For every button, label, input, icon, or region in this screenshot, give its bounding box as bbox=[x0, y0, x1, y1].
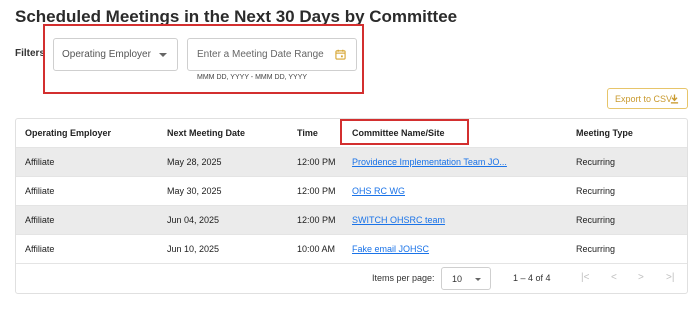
cell-operating-employer: Affiliate bbox=[25, 157, 55, 167]
cell-next-meeting-date: May 30, 2025 bbox=[167, 186, 222, 196]
committee-link[interactable]: SWITCH OHSRC team bbox=[352, 215, 445, 225]
export-csv-button[interactable]: Export to CSV bbox=[607, 88, 688, 109]
cell-time: 10:00 AM bbox=[297, 244, 336, 254]
cell-next-meeting-date: Jun 10, 2025 bbox=[167, 244, 220, 254]
first-page-icon[interactable]: |< bbox=[581, 272, 589, 283]
cell-time: 12:00 PM bbox=[297, 157, 336, 167]
table-row: Affiliate May 30, 2025 12:00 PM OHS RC W… bbox=[16, 177, 687, 206]
cell-meeting-type: Recurring bbox=[576, 186, 616, 196]
paginator: Items per page: 10 1 – 4 of 4 |< < > >| bbox=[16, 264, 687, 294]
committee-column-highlight-box bbox=[340, 119, 469, 145]
pagination-range: 1 – 4 of 4 bbox=[513, 273, 551, 283]
table-row: Affiliate Jun 10, 2025 10:00 AM Fake ema… bbox=[16, 235, 687, 264]
chevron-down-icon bbox=[475, 278, 481, 281]
last-page-icon[interactable]: >| bbox=[666, 272, 674, 283]
header-meeting-type[interactable]: Meeting Type bbox=[576, 128, 633, 138]
header-operating-employer[interactable]: Operating Employer bbox=[25, 128, 111, 138]
header-next-meeting-date[interactable]: Next Meeting Date bbox=[167, 128, 245, 138]
cell-operating-employer: Affiliate bbox=[25, 215, 55, 225]
previous-page-icon[interactable]: < bbox=[611, 272, 617, 283]
items-per-page-value: 10 bbox=[452, 274, 463, 284]
cell-operating-employer: Affiliate bbox=[25, 244, 55, 254]
export-csv-label: Export to CSV bbox=[615, 94, 673, 104]
cell-next-meeting-date: May 28, 2025 bbox=[167, 157, 222, 167]
committee-link[interactable]: OHS RC WG bbox=[352, 186, 405, 196]
committee-link[interactable]: Fake email JOHSC bbox=[352, 244, 429, 254]
filters-highlight-box bbox=[43, 24, 364, 94]
committee-link[interactable]: Providence Implementation Team JO... bbox=[352, 157, 507, 167]
cell-operating-employer: Affiliate bbox=[25, 186, 55, 196]
cell-time: 12:00 PM bbox=[297, 215, 336, 225]
items-per-page-label: Items per page: bbox=[372, 273, 435, 283]
filters-label: Filters bbox=[15, 48, 46, 59]
header-time[interactable]: Time bbox=[297, 128, 318, 138]
cell-meeting-type: Recurring bbox=[576, 244, 616, 254]
table-row: Affiliate May 28, 2025 12:00 PM Providen… bbox=[16, 148, 687, 177]
items-per-page-select[interactable]: 10 bbox=[441, 267, 491, 290]
download-icon bbox=[670, 94, 679, 104]
next-page-icon[interactable]: > bbox=[638, 272, 644, 283]
cell-meeting-type: Recurring bbox=[576, 157, 616, 167]
cell-meeting-type: Recurring bbox=[576, 215, 616, 225]
cell-next-meeting-date: Jun 04, 2025 bbox=[167, 215, 220, 225]
table-row: Affiliate Jun 04, 2025 12:00 PM SWITCH O… bbox=[16, 206, 687, 235]
cell-time: 12:00 PM bbox=[297, 186, 336, 196]
